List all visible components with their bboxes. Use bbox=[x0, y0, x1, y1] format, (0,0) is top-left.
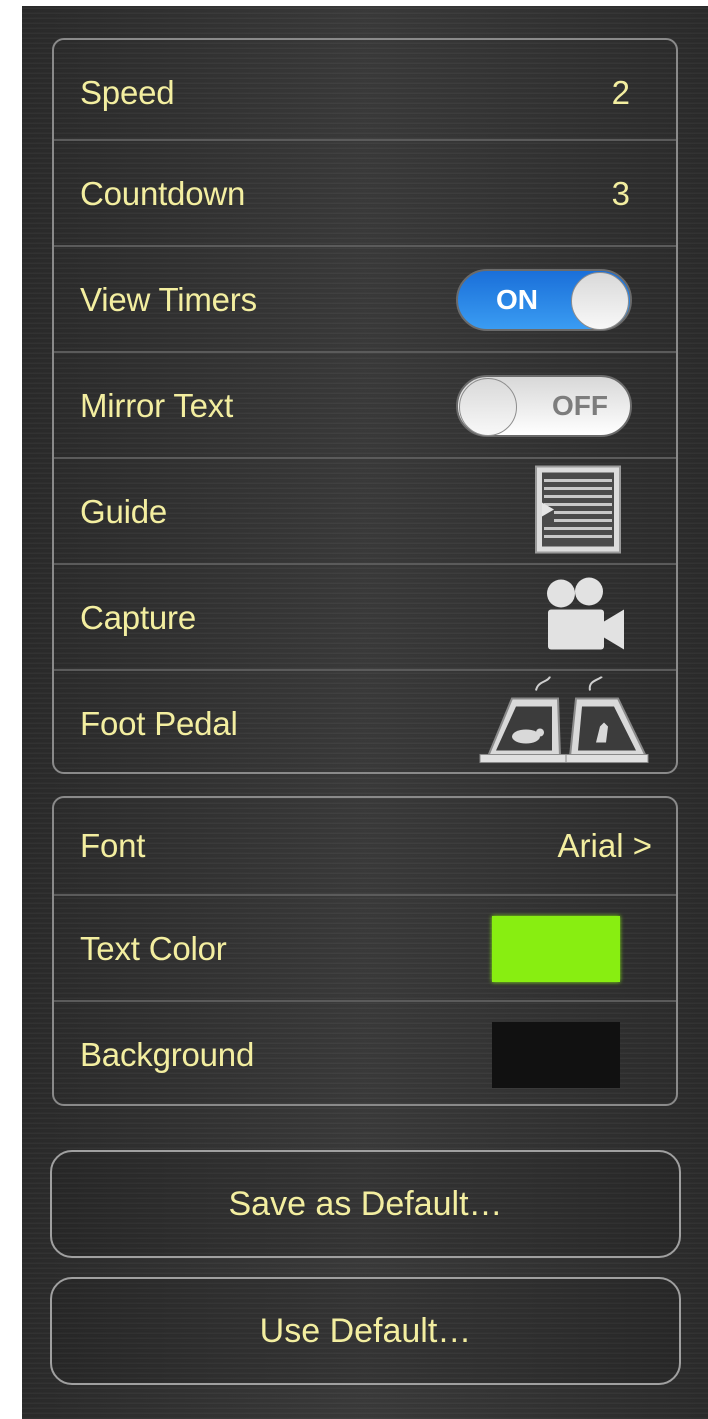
capture-label: Capture bbox=[80, 599, 197, 636]
speed-value: 2 bbox=[611, 74, 630, 111]
view-timers-label: View Timers bbox=[80, 281, 257, 318]
background-row[interactable]: Background bbox=[54, 1000, 676, 1108]
mirror-text-label: Mirror Text bbox=[80, 387, 234, 424]
foot-pedal-icon[interactable] bbox=[478, 675, 650, 772]
speed-row[interactable]: Speed 2 bbox=[54, 40, 676, 146]
use-default-button[interactable]: Use Default… bbox=[50, 1277, 681, 1385]
background-label: Background bbox=[80, 1036, 255, 1073]
background-color-swatch[interactable] bbox=[492, 1022, 620, 1088]
speed-label: Speed bbox=[80, 74, 175, 111]
foot-pedal-row[interactable]: Foot Pedal bbox=[54, 669, 676, 777]
countdown-row[interactable]: Countdown 3 bbox=[54, 139, 676, 247]
font-label: Font bbox=[80, 827, 146, 864]
settings-group-appearance: Font Arial > Text Color Background bbox=[52, 796, 678, 1106]
guide-label: Guide bbox=[80, 493, 168, 530]
text-color-row[interactable]: Text Color bbox=[54, 894, 676, 1002]
toggle-knob bbox=[459, 378, 517, 436]
save-as-default-button[interactable]: Save as Default… bbox=[50, 1150, 681, 1258]
guide-icon[interactable] bbox=[534, 465, 622, 560]
mirror-text-toggle-text: OFF bbox=[552, 390, 608, 421]
text-color-swatch[interactable] bbox=[492, 916, 620, 982]
text-color-label: Text Color bbox=[80, 930, 227, 967]
toggle-knob bbox=[571, 272, 629, 330]
mirror-text-row: Mirror Text OFF bbox=[54, 351, 676, 459]
settings-group-playback: Speed 2 Countdown 3 View Timers ON Mirro… bbox=[52, 38, 678, 774]
countdown-value: 3 bbox=[611, 175, 630, 212]
font-row[interactable]: Font Arial > bbox=[54, 798, 676, 894]
capture-row[interactable]: Capture bbox=[54, 563, 676, 671]
foot-pedal-label: Foot Pedal bbox=[80, 705, 238, 742]
view-timers-row: View Timers ON bbox=[54, 245, 676, 353]
view-timers-toggle-text: ON bbox=[496, 284, 538, 315]
mirror-text-toggle[interactable]: OFF bbox=[456, 375, 632, 437]
guide-row[interactable]: Guide bbox=[54, 457, 676, 565]
view-timers-toggle[interactable]: ON bbox=[456, 269, 632, 331]
font-value: Arial > bbox=[557, 827, 652, 864]
video-camera-icon[interactable] bbox=[544, 577, 626, 659]
countdown-label: Countdown bbox=[80, 175, 246, 212]
